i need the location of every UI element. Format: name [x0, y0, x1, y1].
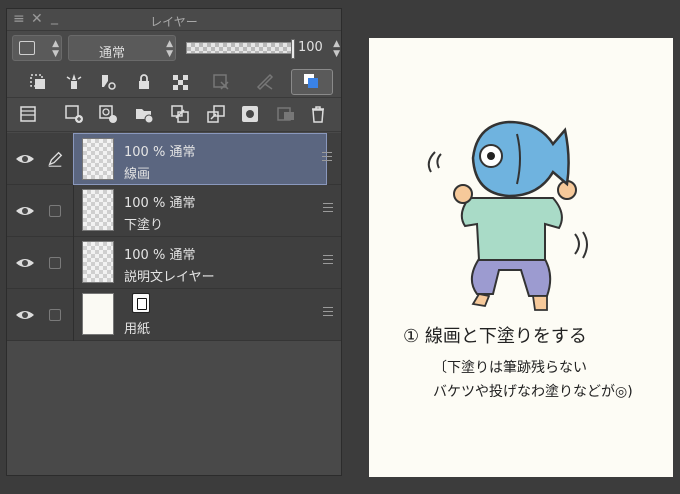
note-line2: 〔下塗りは筆跡残らない	[433, 359, 587, 376]
layer-name: 説明文レイヤー	[124, 270, 215, 285]
visibility-eye-icon[interactable]	[15, 305, 35, 325]
opacity-value[interactable]: 100	[298, 40, 323, 55]
transfer-down-icon[interactable]	[167, 101, 193, 127]
draft-layer-icon[interactable]	[95, 69, 121, 95]
layer-command-toolbar	[7, 99, 341, 129]
layer-panel: ≡ ✕ _ レイヤー ▲ ▼ 通常 ▲ ▼ 100 ▲ ▼ 100 % 通常 線…	[6, 8, 342, 476]
layer-thumbnail	[82, 241, 114, 283]
lock-checkbox[interactable]	[43, 199, 67, 223]
square-icon	[19, 41, 35, 55]
mask-enable-icon[interactable]	[203, 69, 239, 95]
layer-mask-icon[interactable]	[237, 101, 263, 127]
layer-thumbnail	[82, 293, 114, 335]
merge-down-icon[interactable]	[203, 101, 229, 127]
layer-name: 用紙	[124, 322, 151, 337]
paper-layer-icon	[132, 293, 150, 313]
trash-icon[interactable]	[305, 101, 331, 127]
layer-opacity-mode: 100 % 通常	[124, 145, 196, 160]
apply-mask-icon[interactable]	[273, 101, 299, 127]
visibility-eye-icon[interactable]	[15, 253, 35, 273]
blend-mode-select[interactable]: 通常 ▲ ▼	[68, 35, 176, 61]
drawing-canvas[interactable]: ① 線画と下塗りをする 〔下塗りは筆跡残らない バケツや投げなわ塗りなどが◎)	[369, 38, 673, 477]
blend-mode-label: 通常	[98, 46, 125, 61]
layer-menu-icon[interactable]	[15, 101, 41, 127]
layer-row[interactable]: 100 % 通常 下塗り	[7, 185, 341, 237]
lock-checkbox[interactable]	[43, 303, 67, 327]
illustration: ① 線画と下塗りをする 〔下塗りは筆跡残らない バケツや投げなわ塗りなどが◎)	[403, 120, 633, 400]
opacity-slider[interactable]	[186, 39, 295, 59]
opacity-spin-icon[interactable]: ▲ ▼	[333, 39, 340, 59]
edit-pen-icon[interactable]	[43, 147, 67, 171]
new-raster-layer-icon[interactable]	[61, 101, 87, 127]
layer-thumbnail	[82, 189, 114, 231]
ruler-enable-icon[interactable]	[247, 69, 283, 95]
new-folder-icon[interactable]	[131, 101, 157, 127]
layer-name: 線画	[124, 167, 151, 182]
lock-transparency-icon[interactable]	[167, 69, 193, 95]
layer-color-select[interactable]: ▲ ▼	[12, 35, 62, 61]
opacity-slider-thumb[interactable]	[291, 39, 295, 59]
lock-checkbox[interactable]	[43, 251, 67, 275]
new-vector-layer-icon[interactable]	[95, 101, 121, 127]
layer-row[interactable]: 100 % 通常 説明文レイヤー	[7, 237, 341, 289]
layer-main[interactable]: 100 % 通常 説明文レイヤー	[73, 237, 333, 289]
blend-row: ▲ ▼ 通常 ▲ ▼ 100 ▲ ▼	[12, 34, 340, 64]
layer-row[interactable]: 用紙	[7, 289, 341, 341]
panel-titlebar: ≡ ✕ _ レイヤー	[7, 9, 341, 31]
layer-row[interactable]: 100 % 通常 線画	[7, 133, 341, 185]
drag-handle-icon[interactable]	[323, 255, 333, 267]
layer-color-toggle[interactable]	[291, 69, 333, 95]
lock-icon[interactable]	[131, 69, 157, 95]
spin-arrows-icon: ▲ ▼	[52, 39, 59, 59]
divider	[7, 131, 341, 132]
clip-layer-icon[interactable]	[25, 69, 51, 95]
layer-name: 下塗り	[124, 218, 164, 233]
note-line3: バケツや投げなわ塗りなどが◎)	[433, 383, 633, 400]
spin-arrows-icon: ▲ ▼	[166, 39, 173, 59]
layer-opacity-mode: 100 % 通常	[124, 248, 196, 263]
drag-handle-icon[interactable]	[323, 203, 333, 215]
visibility-eye-icon[interactable]	[15, 201, 35, 221]
visibility-eye-icon[interactable]	[15, 149, 35, 169]
divider	[7, 97, 341, 98]
layer-thumbnail	[82, 138, 114, 180]
layer-main[interactable]: 100 % 通常 線画	[73, 133, 332, 185]
reference-layer-icon[interactable]	[61, 69, 87, 95]
drag-handle-icon[interactable]	[322, 152, 332, 164]
layer-main[interactable]: 用紙	[73, 289, 333, 341]
layer-main[interactable]: 100 % 通常 下塗り	[73, 185, 333, 237]
layer-opacity-mode: 100 % 通常	[124, 196, 196, 211]
panel-title: レイヤー	[150, 15, 198, 29]
layer-property-toolbar	[7, 67, 341, 97]
drag-handle-icon[interactable]	[323, 307, 333, 319]
layer-list: 100 % 通常 線画 100 % 通常 下塗り 100 % 通常 説明文レイヤ…	[7, 133, 341, 341]
note-line1: ① 線画と下塗りをする	[403, 325, 587, 347]
